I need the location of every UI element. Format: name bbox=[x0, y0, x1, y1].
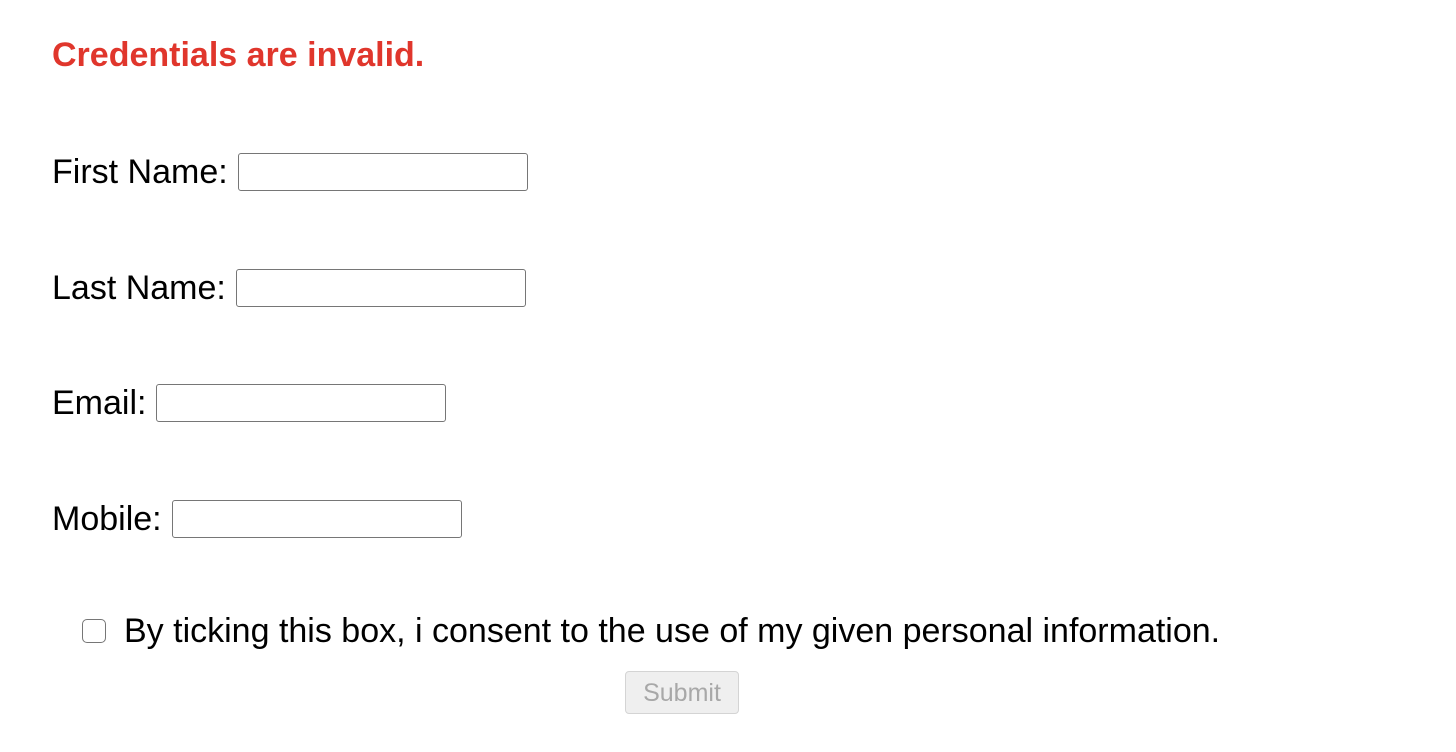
mobile-input[interactable] bbox=[171, 500, 462, 538]
first-name-input[interactable] bbox=[237, 153, 528, 191]
error-message: Credentials are invalid. bbox=[52, 36, 425, 74]
email-row: Email: bbox=[52, 381, 447, 425]
consent-label: By ticking this box, i consent to the us… bbox=[124, 612, 1221, 650]
last-name-input[interactable] bbox=[235, 269, 526, 307]
email-input[interactable] bbox=[156, 384, 447, 422]
consent-checkbox[interactable] bbox=[82, 619, 106, 643]
last-name-row: Last Name: bbox=[52, 266, 526, 310]
first-name-row: First Name: bbox=[52, 150, 528, 194]
consent-row: By ticking this box, i consent to the us… bbox=[80, 609, 1220, 653]
mobile-row: Mobile: bbox=[52, 497, 462, 541]
submit-button[interactable]: Submit bbox=[625, 671, 739, 714]
first-name-label: First Name: bbox=[52, 153, 228, 191]
mobile-label: Mobile: bbox=[52, 500, 162, 538]
email-label: Email: bbox=[52, 384, 147, 422]
last-name-label: Last Name: bbox=[52, 269, 226, 307]
